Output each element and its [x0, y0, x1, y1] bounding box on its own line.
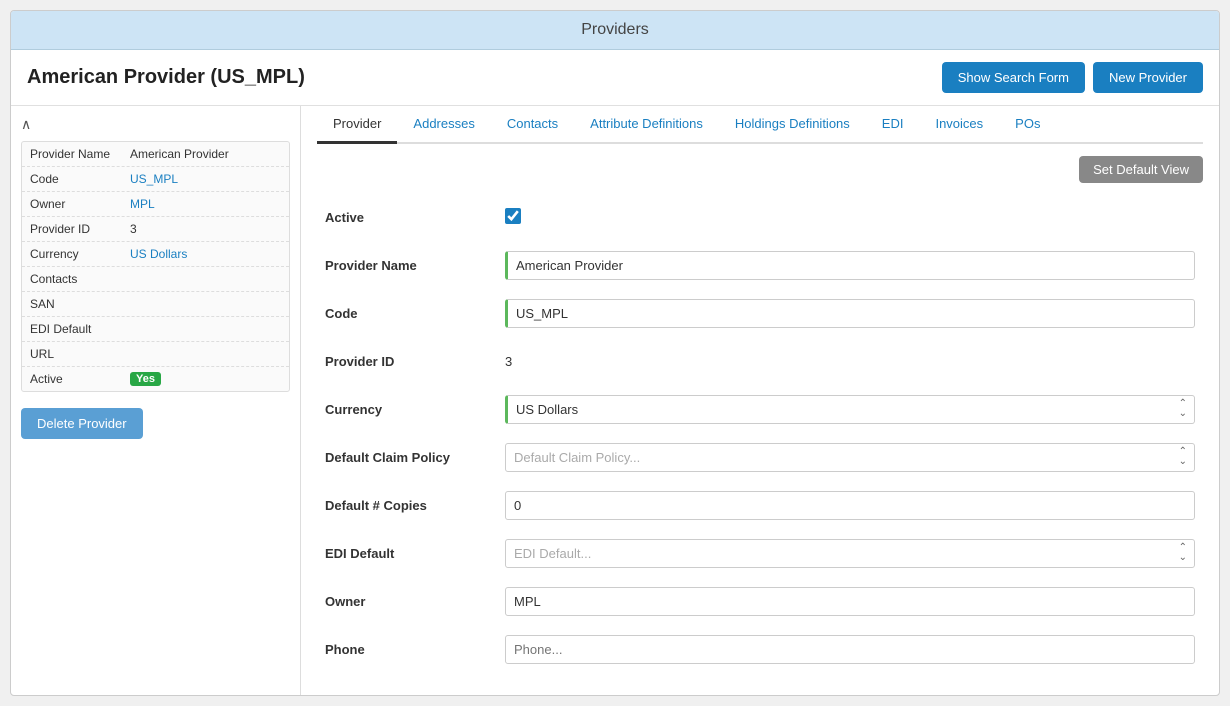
right-panel: Provider Addresses Contacts Attribute De…	[301, 106, 1219, 695]
form-label-default-copies: Default # Copies	[325, 498, 505, 513]
info-row-provider-name: Provider Name American Provider	[22, 142, 289, 167]
form-label-default-claim-policy: Default Claim Policy	[325, 450, 505, 465]
form-row-active: Active	[325, 199, 1195, 235]
form-control-default-copies	[505, 491, 1195, 520]
form-control-code	[505, 299, 1195, 328]
info-value-code[interactable]: US_MPL	[130, 172, 281, 186]
form-row-provider-id: Provider ID 3	[325, 343, 1195, 379]
info-label-url: URL	[30, 347, 130, 361]
form-row-code: Code	[325, 295, 1195, 331]
content-header: American Provider (US_MPL) Show Search F…	[11, 50, 1219, 106]
active-badge: Yes	[130, 372, 161, 386]
provider-title: American Provider (US_MPL)	[27, 66, 305, 89]
info-label-provider-name: Provider Name	[30, 147, 130, 161]
main-body: ∧ Provider Name American Provider Code U…	[11, 106, 1219, 695]
provider-id-value: 3	[505, 354, 512, 369]
provider-info-box: Provider Name American Provider Code US_…	[21, 141, 290, 392]
info-row-edi-default: EDI Default	[22, 317, 289, 342]
info-row-contacts: Contacts	[22, 267, 289, 292]
set-default-view-button[interactable]: Set Default View	[1079, 156, 1203, 183]
form-control-provider-id: 3	[505, 354, 1195, 369]
info-value-currency[interactable]: US Dollars	[130, 247, 281, 261]
info-value-owner[interactable]: MPL	[130, 197, 281, 211]
tab-attribute-definitions[interactable]: Attribute Definitions	[574, 106, 719, 144]
show-search-button[interactable]: Show Search Form	[942, 62, 1085, 93]
new-provider-button[interactable]: New Provider	[1093, 62, 1203, 93]
form-control-provider-name	[505, 251, 1195, 280]
info-label-currency: Currency	[30, 247, 130, 261]
form-control-owner	[505, 587, 1195, 616]
form-row-phone: Phone	[325, 631, 1195, 667]
info-value-provider-id: 3	[130, 222, 281, 236]
tab-provider[interactable]: Provider	[317, 106, 397, 144]
tab-addresses[interactable]: Addresses	[397, 106, 490, 144]
page-header: Providers	[11, 11, 1219, 50]
tabs-bar: Provider Addresses Contacts Attribute De…	[317, 106, 1203, 144]
provider-name-input[interactable]	[505, 251, 1195, 280]
info-row-owner: Owner MPL	[22, 192, 289, 217]
form-label-owner: Owner	[325, 594, 505, 609]
tab-contacts[interactable]: Contacts	[491, 106, 574, 144]
page-title: Providers	[581, 21, 649, 38]
form-label-provider-name: Provider Name	[325, 258, 505, 273]
owner-input[interactable]	[505, 587, 1195, 616]
active-checkbox[interactable]	[505, 208, 521, 224]
collapse-toggle[interactable]: ∧	[21, 116, 31, 133]
info-label-san: SAN	[30, 297, 130, 311]
form-label-provider-id: Provider ID	[325, 354, 505, 369]
form-control-edi-default: EDI Default...	[505, 539, 1195, 568]
edi-default-select[interactable]: EDI Default...	[505, 539, 1195, 568]
info-label-edi-default: EDI Default	[30, 322, 130, 336]
form-row-default-copies: Default # Copies	[325, 487, 1195, 523]
delete-provider-button[interactable]: Delete Provider	[21, 408, 143, 439]
default-claim-policy-select[interactable]: Default Claim Policy...	[505, 443, 1195, 472]
form-section: Active Provider Name Code	[317, 199, 1203, 667]
info-label-owner: Owner	[30, 197, 130, 211]
phone-input[interactable]	[505, 635, 1195, 664]
form-label-code: Code	[325, 306, 505, 321]
header-buttons: Show Search Form New Provider	[942, 62, 1203, 93]
info-label-provider-id: Provider ID	[30, 222, 130, 236]
info-label-contacts: Contacts	[30, 272, 130, 286]
tab-invoices[interactable]: Invoices	[919, 106, 999, 144]
tab-edi[interactable]: EDI	[866, 106, 920, 144]
info-label-active: Active	[30, 372, 130, 386]
info-row-active: Active Yes	[22, 367, 289, 391]
info-value-provider-name: American Provider	[130, 147, 281, 161]
form-control-default-claim-policy: Default Claim Policy...	[505, 443, 1195, 472]
default-copies-input[interactable]	[505, 491, 1195, 520]
code-input[interactable]	[505, 299, 1195, 328]
info-row-url: URL	[22, 342, 289, 367]
form-label-phone: Phone	[325, 642, 505, 657]
info-row-currency: Currency US Dollars	[22, 242, 289, 267]
info-label-code: Code	[30, 172, 130, 186]
currency-select[interactable]: US Dollars	[505, 395, 1195, 424]
form-row-owner: Owner	[325, 583, 1195, 619]
form-row-provider-name: Provider Name	[325, 247, 1195, 283]
tab-content-header: Set Default View	[317, 156, 1203, 183]
form-control-currency: US Dollars	[505, 395, 1195, 424]
form-label-edi-default: EDI Default	[325, 546, 505, 561]
tab-holdings-definitions[interactable]: Holdings Definitions	[719, 106, 866, 144]
main-container: Providers American Provider (US_MPL) Sho…	[10, 10, 1220, 696]
info-row-provider-id: Provider ID 3	[22, 217, 289, 242]
form-label-currency: Currency	[325, 402, 505, 417]
form-row-currency: Currency US Dollars	[325, 391, 1195, 427]
tab-pos[interactable]: POs	[999, 106, 1056, 144]
form-control-active	[505, 208, 1195, 227]
form-label-active: Active	[325, 210, 505, 225]
form-row-default-claim-policy: Default Claim Policy Default Claim Polic…	[325, 439, 1195, 475]
left-panel: ∧ Provider Name American Provider Code U…	[11, 106, 301, 695]
info-row-san: SAN	[22, 292, 289, 317]
form-control-phone	[505, 635, 1195, 664]
info-row-code: Code US_MPL	[22, 167, 289, 192]
form-row-edi-default: EDI Default EDI Default...	[325, 535, 1195, 571]
